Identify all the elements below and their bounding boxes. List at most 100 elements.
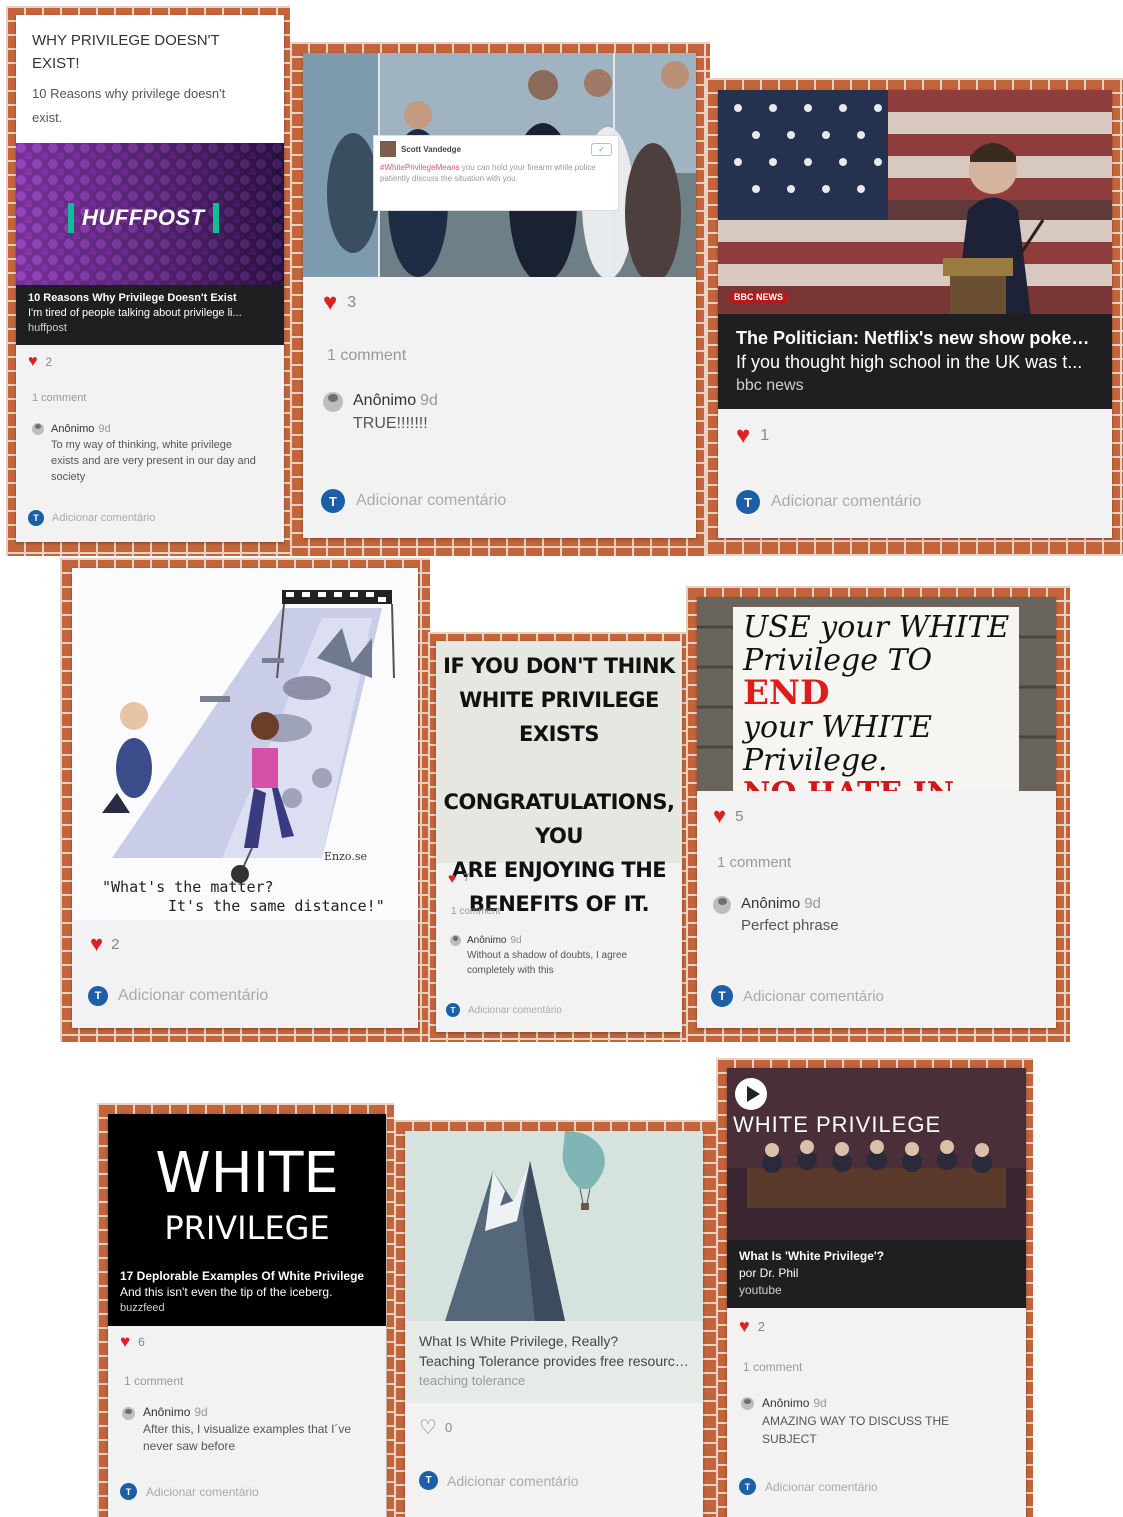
post-card[interactable]: IF YOU DON'T THINK WHITE PRIVILEGE EXIST… xyxy=(436,641,682,1032)
like-count: 5 xyxy=(735,807,744,825)
link-title: 10 Reasons Why Privilege Doesn't Exist xyxy=(28,292,237,304)
cartoon-caption: "What's the matter? It's the same distan… xyxy=(102,878,385,916)
link-thumbnail[interactable] xyxy=(405,1131,703,1321)
post-image[interactable]: Enzo.se "What's the matter? It's the sam… xyxy=(72,568,418,920)
sign-line: your WHITE xyxy=(743,710,932,745)
link-description: If you thought high school in the UK was… xyxy=(736,352,1083,372)
like-button[interactable]: ♥ 3 xyxy=(323,289,356,317)
add-comment-label: Adicionar comentário xyxy=(356,492,507,509)
post-card[interactable]: Enzo.se "What's the matter? It's the sam… xyxy=(72,568,418,1028)
comment-text: TRUE!!!!!!! xyxy=(353,415,428,432)
post-card[interactable]: BBC NEWS The Politician: Netflix's new s… xyxy=(718,90,1112,538)
comment-author: Anônimo xyxy=(51,423,95,435)
add-comment-label: Adicionar comentário xyxy=(146,1484,259,1499)
comment-count[interactable]: 1 comment xyxy=(327,347,406,365)
link-description: por Dr. Phil xyxy=(739,1266,799,1280)
post-card[interactable]: WHITE PRIVILEGE 17 Deplorable Examples O… xyxy=(108,1114,386,1517)
like-button[interactable]: ♡ 0 xyxy=(419,1415,452,1440)
play-icon[interactable] xyxy=(735,1078,767,1110)
comment-count[interactable]: 1 comment xyxy=(32,392,86,404)
comment-author: Anônimo xyxy=(762,1396,810,1410)
user-avatar: T xyxy=(88,986,108,1006)
post-card[interactable]: What Is White Privilege, Really? Teachin… xyxy=(405,1131,703,1517)
video-title-overlay: WHITE PRIVILEGE xyxy=(733,1112,942,1137)
like-count: 3 xyxy=(347,294,357,311)
comment-age: 9d xyxy=(98,423,111,435)
cartoon-signature: Enzo.se xyxy=(324,850,367,863)
post-card[interactable]: USE your WHITE Privilege TO END your WHI… xyxy=(697,597,1056,1028)
post-image[interactable]: IF YOU DON'T THINK WHITE PRIVILEGE EXIST… xyxy=(436,641,682,916)
comment-age: 9d xyxy=(510,935,522,946)
comment-text: To my way of thinking, white privilege e… xyxy=(51,439,256,483)
add-comment-field[interactable]: T Adicionar comentário xyxy=(711,985,884,1007)
user-avatar: T xyxy=(419,1471,438,1490)
link-caption[interactable]: What Is White Privilege, Really? Teachin… xyxy=(405,1321,703,1403)
link-thumbnail[interactable]: BBC NEWS xyxy=(718,90,1112,334)
comment-author: Anônimo xyxy=(741,895,801,912)
sign-line-emphasis: END xyxy=(743,673,830,713)
comment-text: Without a shadow of doubts, I agree comp… xyxy=(467,950,628,976)
like-count: 1 xyxy=(760,427,770,444)
video-thumbnail[interactable]: WHITE PRIVILEGE xyxy=(727,1068,1026,1240)
post-image[interactable]: Scott Vandedge ✓ #WhitePrivilegeMeans yo… xyxy=(303,53,696,277)
bbc-news-badge: BBC NEWS xyxy=(730,291,787,303)
user-avatar: T xyxy=(446,1003,460,1017)
link-caption[interactable]: The Politician: Netflix's new show pokes… xyxy=(718,314,1112,409)
poster-line: ARE ENJOYING THE xyxy=(451,858,667,882)
like-button[interactable]: ♥ 2 xyxy=(739,1316,765,1337)
like-button[interactable]: ♥ 5 xyxy=(713,803,743,829)
link-thumbnail[interactable]: WHITE PRIVILEGE xyxy=(108,1114,386,1264)
post-card[interactable]: WHITE PRIVILEGE What Is 'White Privilege… xyxy=(727,1068,1026,1517)
comment-count[interactable]: 1 comment xyxy=(451,906,500,917)
image-word: PRIVILEGE xyxy=(164,1209,330,1247)
tweet-avatar xyxy=(380,141,396,157)
add-comment-label: Adicionar comentário xyxy=(743,987,884,1005)
like-button[interactable]: ♥ 2 xyxy=(28,353,52,371)
huffpost-logo: HUFFPOST xyxy=(68,203,219,233)
like-count: 2 xyxy=(45,355,53,369)
like-count: 2 xyxy=(757,1319,765,1334)
add-comment-field[interactable]: T Adicionar comentário xyxy=(88,986,268,1006)
link-caption[interactable]: 17 Deplorable Examples Of White Privileg… xyxy=(108,1264,386,1326)
link-caption[interactable]: What Is 'White Privilege'? por Dr. Phil … xyxy=(727,1240,1026,1308)
user-avatar: T xyxy=(28,510,44,526)
add-comment-label: Adicionar comentário xyxy=(118,987,269,1004)
add-comment-field[interactable]: T Adicionar comentário xyxy=(739,1478,878,1495)
add-comment-label: Adicionar comentário xyxy=(447,1472,579,1489)
anonymous-avatar-icon xyxy=(450,935,461,946)
post-card[interactable]: Scott Vandedge ✓ #WhitePrivilegeMeans yo… xyxy=(303,53,696,538)
link-caption[interactable]: 10 Reasons Why Privilege Doesn't Exist I… xyxy=(16,285,284,345)
user-avatar: T xyxy=(321,489,345,513)
heart-icon: ♥ xyxy=(120,1332,131,1351)
like-button[interactable]: ♥ 6 xyxy=(120,1332,145,1352)
post-card[interactable]: WHY PRIVILEGE DOESN'T EXIST! 10 Reasons … xyxy=(16,15,284,542)
add-comment-field[interactable]: T Adicionar comentário xyxy=(419,1471,579,1490)
like-button[interactable]: ♥ 1 xyxy=(736,422,769,450)
add-comment-label: Adicionar comentário xyxy=(468,1004,562,1016)
like-button[interactable]: ♥ 2 xyxy=(90,931,119,957)
user-avatar: T xyxy=(736,490,760,514)
card-title: WHY PRIVILEGE DOESN'T EXIST! xyxy=(32,32,220,72)
add-comment-field[interactable]: T Adicionar comentário xyxy=(321,489,506,513)
post-image[interactable]: USE your WHITE Privilege TO END your WHI… xyxy=(697,597,1056,791)
comment-count[interactable]: 1 comment xyxy=(124,1374,183,1388)
heart-outline-icon: ♡ xyxy=(419,1417,437,1439)
add-comment-field[interactable]: T Adicionar comentário xyxy=(446,1003,562,1017)
link-thumbnail[interactable]: HUFFPOST xyxy=(16,143,284,285)
heart-icon: ♥ xyxy=(739,1316,750,1336)
comment-author: Anônimo xyxy=(467,935,507,946)
add-comment-field[interactable]: T Adicionar comentário xyxy=(28,510,155,526)
add-comment-field[interactable]: T Adicionar comentário xyxy=(120,1483,259,1500)
anonymous-avatar-icon xyxy=(122,1407,135,1420)
comment-count[interactable]: 1 comment xyxy=(743,1360,802,1374)
comment: Anônimo 9d Without a shadow of doubts, I … xyxy=(450,933,670,978)
follow-icon: ✓ xyxy=(591,142,612,156)
cartoon-caption-line: "What's the matter? xyxy=(102,878,274,896)
link-source: bbc news xyxy=(736,377,804,394)
comment-age: 9d xyxy=(804,895,821,912)
like-count: 2 xyxy=(111,935,120,953)
like-button[interactable]: ♥ 7 xyxy=(448,870,469,886)
comment-age: 9d xyxy=(194,1405,208,1419)
comment-count[interactable]: 1 comment xyxy=(717,854,791,871)
add-comment-field[interactable]: T Adicionar comentário xyxy=(736,490,921,514)
